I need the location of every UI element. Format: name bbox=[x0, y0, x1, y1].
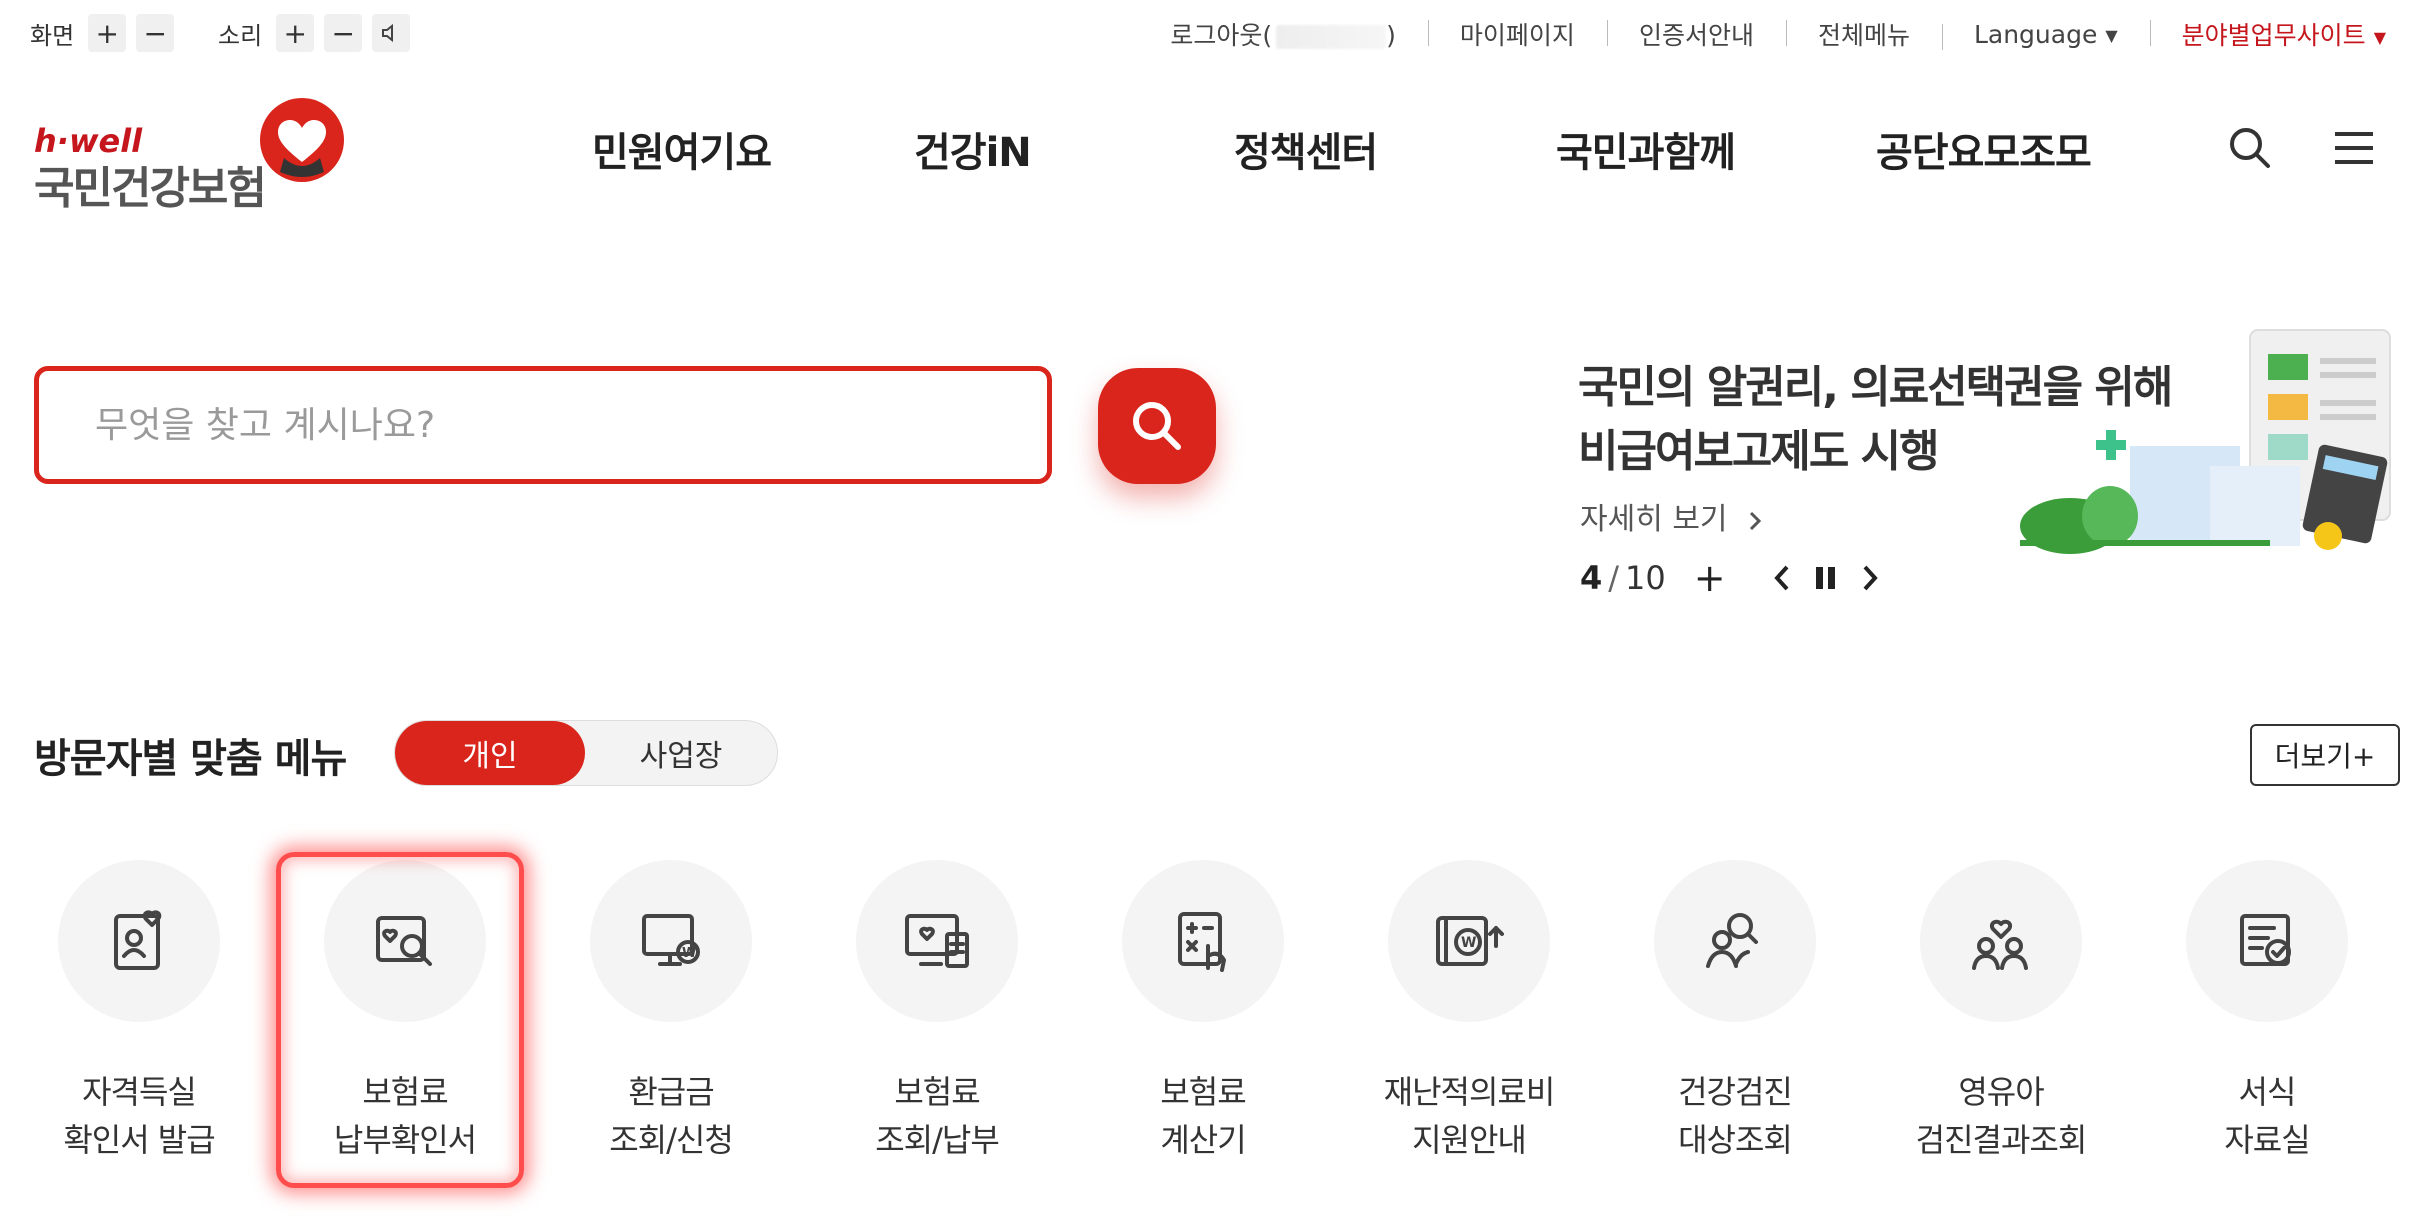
premium-inquiry-icon bbox=[905, 914, 969, 968]
gnb-item-health-in[interactable]: 건강iN bbox=[914, 120, 1032, 178]
top-utility-menu: 로그아웃() 마이페이지 인증서안내 전체메뉴 Language ▼ 분야별업무사… bbox=[1138, 16, 2400, 52]
visitor-type-toggle: 개인 사업장 bbox=[394, 720, 778, 786]
calculator-icon bbox=[1178, 912, 1226, 972]
sound-label: 소리 bbox=[218, 21, 263, 50]
checkup-target-icon bbox=[1706, 913, 1758, 968]
speaker-icon[interactable] bbox=[372, 14, 411, 52]
menu-item-refund[interactable]: W 환급금 조회/신청 bbox=[556, 860, 786, 1164]
gnb-item-civil[interactable]: 민원여기요 bbox=[592, 120, 772, 178]
hamburger-menu-icon[interactable] bbox=[2326, 120, 2382, 176]
infant-checkup-icon bbox=[1972, 919, 2028, 970]
field-sites-dropdown[interactable]: 분야별업무사이트 ▼ bbox=[2149, 16, 2400, 52]
mypage-link[interactable]: 마이페이지 bbox=[1427, 16, 1607, 52]
pause-icon[interactable] bbox=[1814, 563, 1838, 593]
main-navigation: 민원여기요 건강iN 정책센터 국민과함께 공단요모조모 bbox=[0, 120, 2420, 180]
gnb-item-together[interactable]: 국민과함께 bbox=[1556, 120, 1736, 178]
menu-item-medical-cost[interactable]: W 재난적의료비 지원안내 bbox=[1354, 860, 1584, 1164]
highlight-annotation bbox=[276, 852, 524, 1188]
menu-item-infant-checkup[interactable]: 영유아 검진결과조회 bbox=[1886, 860, 2116, 1164]
menu-item-forms[interactable]: 서식 자료실 bbox=[2152, 860, 2382, 1164]
banner-current: 4 bbox=[1580, 559, 1603, 597]
banner-more-link[interactable]: 자세히 보기 bbox=[1580, 494, 1763, 538]
all-menu-link[interactable]: 전체메뉴 bbox=[1785, 16, 1942, 52]
search-box bbox=[34, 366, 1052, 484]
caret-down-icon: ▼ bbox=[2105, 26, 2118, 45]
chevron-right-icon bbox=[1750, 511, 1762, 530]
medical-cost-support-icon: W bbox=[1436, 916, 1504, 966]
menu-item-checkup-target[interactable]: 건강검진 대상조회 bbox=[1620, 860, 1850, 1164]
prev-slide-icon[interactable] bbox=[1772, 563, 1792, 593]
language-dropdown[interactable]: Language ▼ bbox=[1941, 20, 2150, 50]
screen-zoom-out-button[interactable]: − bbox=[136, 14, 175, 52]
screen-label: 화면 bbox=[30, 21, 75, 50]
search-icon bbox=[1133, 402, 1181, 450]
qualification-certificate-icon bbox=[114, 910, 162, 970]
volume-down-button[interactable]: − bbox=[324, 14, 363, 52]
banner-view-all-button[interactable]: + bbox=[1694, 556, 1726, 600]
banner-separator: / bbox=[1608, 559, 1620, 597]
banner-total: 10 bbox=[1625, 559, 1666, 597]
gnb-item-about[interactable]: 공단요모조모 bbox=[1876, 120, 2092, 178]
logout-link[interactable]: 로그아웃() bbox=[1138, 16, 1428, 52]
blurred-user-name bbox=[1276, 25, 1387, 49]
screen-zoom-in-button[interactable]: + bbox=[88, 14, 127, 52]
next-slide-icon[interactable] bbox=[1860, 563, 1880, 593]
menu-item-qualification[interactable]: 자격득실 확인서 발급 bbox=[24, 860, 254, 1164]
volume-up-button[interactable]: + bbox=[276, 14, 315, 52]
more-button[interactable]: 더보기+ bbox=[2250, 724, 2400, 786]
search-icon[interactable] bbox=[2222, 120, 2278, 176]
caret-down-icon: ▼ bbox=[2373, 27, 2386, 47]
search-button[interactable] bbox=[1098, 368, 1216, 484]
menu-item-calculator[interactable]: 보험료 계산기 bbox=[1088, 860, 1318, 1164]
tab-business[interactable]: 사업장 bbox=[585, 721, 777, 785]
search-input[interactable] bbox=[93, 403, 1047, 447]
menu-item-premium-inquiry[interactable]: 보험료 조회/납부 bbox=[822, 860, 1052, 1164]
gnb-item-policy[interactable]: 정책센터 bbox=[1234, 120, 1378, 178]
screen-zoom-controls: 화면 + − bbox=[30, 14, 175, 52]
hospital-illustration bbox=[2020, 329, 2391, 554]
cert-info-link[interactable]: 인증서안내 bbox=[1606, 16, 1786, 52]
refund-monitor-icon: W bbox=[642, 914, 700, 966]
sound-controls: 소리 + − bbox=[218, 14, 411, 52]
banner-pager: 4 / 10 + bbox=[1580, 556, 1880, 600]
svg-text:W: W bbox=[1461, 935, 1476, 951]
svg-text:W: W bbox=[682, 946, 696, 961]
forms-library-icon bbox=[2240, 914, 2291, 966]
visitor-menu-title: 방문자별 맞춤 메뉴 bbox=[34, 736, 347, 782]
tab-personal[interactable]: 개인 bbox=[395, 721, 585, 785]
